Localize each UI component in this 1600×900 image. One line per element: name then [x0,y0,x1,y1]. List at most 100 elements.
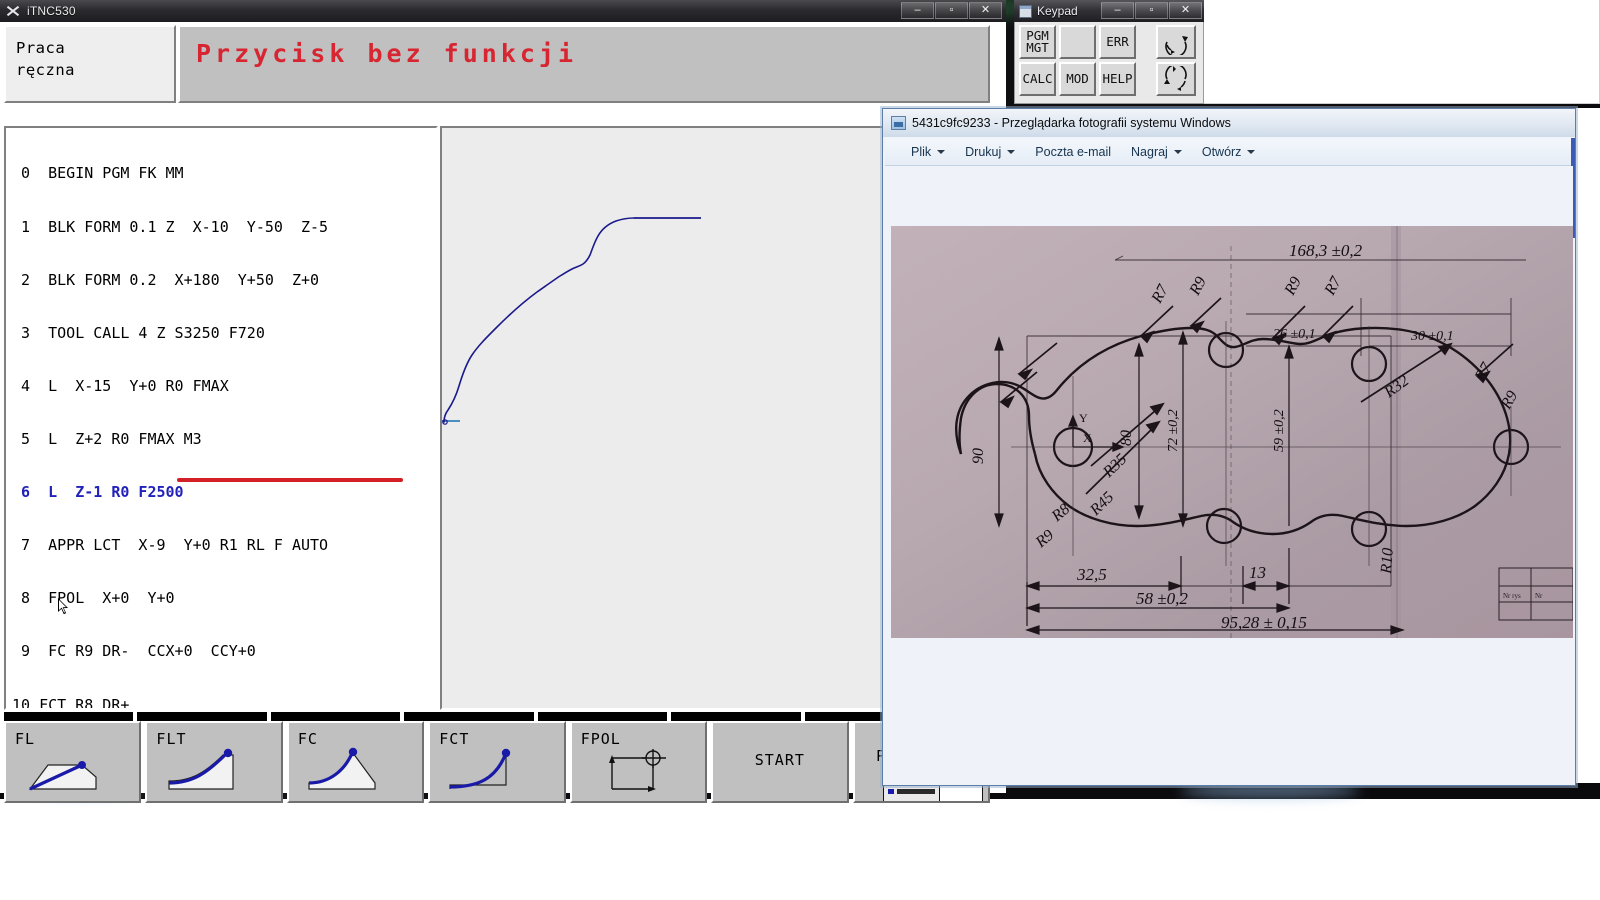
photo-viewer-icon [891,116,906,130]
key-cycle-cw[interactable] [1156,25,1196,59]
operating-mode-box: Praca ręczna [4,25,176,103]
title-block-cell: Nr [1535,592,1543,600]
program-lines: 0 BEGIN PGM FK MM 1 BLK FORM 0.1 Z X-10 … [6,128,436,708]
menu-nagraj[interactable]: Nagraj [1121,142,1192,162]
itnc530-title: iTNC530 [27,4,76,18]
close-button[interactable]: ✕ [969,2,1002,19]
key-help[interactable]: HELP [1099,62,1136,96]
softkey-fpol[interactable]: FPOL [569,721,708,803]
keypad-title: Keypad [1037,4,1078,18]
photo-viewer-toolbar: Plik Drukuj Poczta e-mail Nagraj Otwórz [885,138,1573,166]
key-cycle-ccw[interactable] [1156,62,1196,96]
error-message: Przycisk bez funkcji [196,39,578,68]
program-line[interactable]: 5 L Z+2 R0 FMAX M3 [12,430,436,449]
dim-95-28: 95,28 ± 0,15 [1221,613,1307,632]
axis-x-label: X [1083,431,1092,445]
desktop-white-panel [1201,0,1600,104]
mode-line-1: Praca [16,39,66,57]
program-line[interactable]: 0 BEGIN PGM FK MM [12,165,436,183]
screen-root: iTNC530 – ▫ ✕ Praca ręczna Przycisk bez … [0,0,1600,900]
maximize-button[interactable]: ▫ [935,2,968,19]
chevron-down-icon [937,149,946,154]
menu-otworz-label: Otwórz [1201,144,1242,159]
minimize-button[interactable]: – [901,2,934,19]
key-calc[interactable]: CALC [1019,62,1056,96]
keypad-titlebar[interactable]: Keypad – ▫ ✕ [1014,0,1204,22]
softkey-row: FL FLT FC FCT FPOL START [4,721,990,803]
program-listing-pane[interactable]: 0 BEGIN PGM FK MM 1 BLK FORM 0.1 Z X-10 … [4,126,438,710]
fct-contour-icon [449,748,511,789]
photo-viewer-titlebar[interactable]: 5431c9fc9233 - Przeglądarka fotografii s… [883,109,1575,137]
softkey-sep-seg [537,712,668,721]
message-box: Przycisk bez funkcji [178,25,990,103]
key-mod[interactable]: MOD [1059,62,1096,96]
keypad-gap [1139,62,1153,96]
softkey-flt[interactable]: FLT [145,721,283,803]
program-line-active[interactable]: 6 L Z-1 R0 F2500 [12,483,436,502]
dim-13: 13 [1249,563,1266,582]
chevron-down-icon [1173,149,1182,154]
softkey-start-label: START [754,751,805,769]
rotate-ccw-icon [1164,66,1187,91]
technical-drawing-photo: R8 R9 R7 R9 R9 R7 R32 R7 R9 R35 R45 R10 … [891,226,1573,638]
program-line[interactable]: 1 BLK FORM 0.1 Z X-10 Y-50 Z-5 [12,218,436,237]
dim-58: 58 ±0,2 [1136,589,1188,608]
key-pgm-mgt-label: PGM MGT [1026,28,1049,55]
photo-viewer-title: 5431c9fc9233 - Przeglądarka fotografii s… [912,116,1231,130]
softkey-sep-seg [404,712,534,721]
softkey-fc[interactable]: FC [286,721,425,803]
fl-contour-icon [28,761,97,791]
softkey-separator-bar [4,712,990,721]
red-underline-annotation [177,478,403,482]
keypad-window-buttons: – ▫ ✕ [1101,2,1202,19]
dim-168-3: 168,3 ±0,2 [1289,241,1363,260]
program-line[interactable]: 3 TOOL CALL 4 Z S3250 F720 [12,324,436,343]
keypad-gap [1139,25,1153,59]
fpol-pole-icon [608,749,666,792]
dim-72: 72 ±0,2 [1166,409,1181,452]
photo-viewer-window: 5431c9fc9233 - Przeglądarka fotografii s… [882,108,1576,786]
menu-drukuj-label: Drukuj [965,144,1002,159]
menu-drukuj[interactable]: Drukuj [955,142,1025,162]
menu-plik[interactable]: Plik [901,142,955,162]
softkey-start[interactable]: START [711,721,849,803]
technical-drawing-svg: R8 R9 R7 R9 R9 R7 R32 R7 R9 R35 R45 R10 … [891,226,1573,638]
photo-viewer-canvas[interactable]: R8 R9 R7 R9 R9 R7 R32 R7 R9 R35 R45 R10 … [885,166,1573,783]
keypad-body: PGM MGT ERR CALC MOD HELP [1014,22,1204,104]
dim-32-5: 32,5 [1076,565,1107,584]
maximize-button[interactable]: ▫ [1135,2,1168,19]
dim-90: 90 [970,448,987,464]
flt-contour-icon [168,748,235,790]
softkey-fct[interactable]: FCT [428,721,566,803]
keypad-grid: PGM MGT ERR CALC MOD HELP [1019,25,1203,96]
program-line[interactable]: 2 BLK FORM 0.2 X+180 Y+50 Z+0 [12,271,436,290]
menu-otworz[interactable]: Otwórz [1192,142,1266,162]
minimize-button[interactable]: – [1101,2,1134,19]
dim-59: 59 ±0,2 [1272,409,1287,452]
close-button[interactable]: ✕ [1169,2,1202,19]
menu-poczta-email-label: Poczta e-mail [1035,144,1112,159]
program-line[interactable]: 8 FPOL X+0 Y+0 [12,590,436,608]
dim-30: 30 ±0,1 [1410,329,1454,344]
softkey-sep-seg [4,712,134,721]
itnc530-titlebar[interactable]: iTNC530 – ▫ ✕ [0,0,1006,22]
keypad-icon [1019,4,1032,18]
program-line[interactable]: 7 APPR LCT X-9 Y+0 R1 RL F AUTO [12,536,436,555]
softkey-fl[interactable]: FL [4,721,142,803]
key-pgm-mgt[interactable]: PGM MGT [1019,25,1056,59]
program-line[interactable]: 9 FC R9 DR- CCX+0 CCY+0 [12,643,436,661]
mouse-cursor-icon [58,598,68,615]
menu-poczta-email[interactable]: Poczta e-mail [1025,142,1121,162]
softkey-sep-seg [270,712,401,721]
program-line[interactable]: 4 L X-15 Y+0 R0 FMAX [12,377,436,396]
desktop-blob-6 [1180,784,1360,798]
key-err[interactable]: ERR [1099,25,1136,59]
x-logo-icon [5,3,21,19]
chevron-down-icon [1247,149,1256,154]
itnc530-window-buttons: – ▫ ✕ [901,2,1002,19]
program-line[interactable]: 10 FCT R8 DR+ [12,696,436,708]
axis-y-label: Y [1079,411,1088,425]
itnc530-body: Praca ręczna Przycisk bez funkcji 0 BEGI… [0,22,1006,803]
key-blank[interactable] [1059,25,1096,59]
softkey-fpol-label: FPOL [580,730,621,748]
